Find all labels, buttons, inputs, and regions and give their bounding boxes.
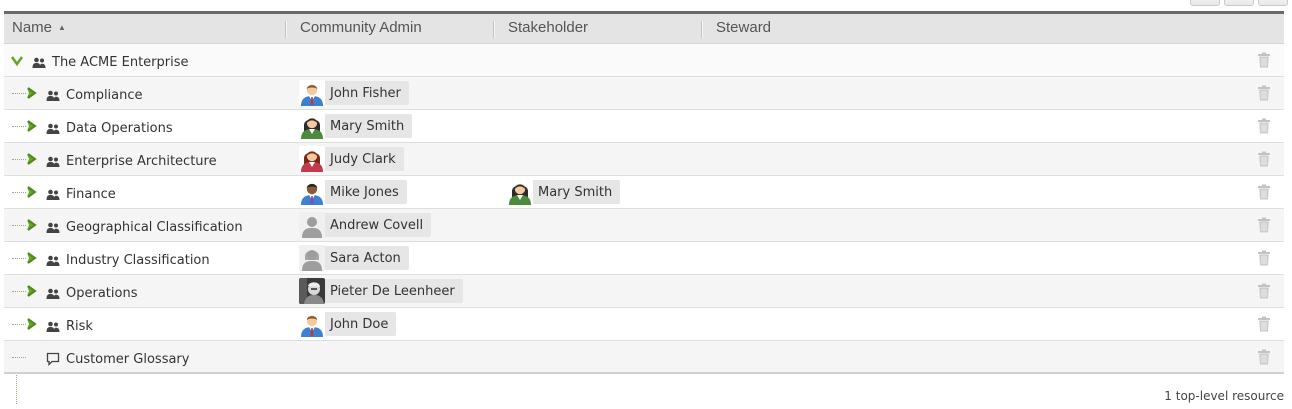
community-icon (46, 252, 60, 266)
expand-arrow-icon[interactable] (24, 152, 38, 166)
community-icon (46, 318, 60, 332)
avatar (299, 113, 325, 139)
toolbar-button-1[interactable] (1190, 0, 1220, 6)
grid-body: The ACME Enterprise Compliance John Fisher… (4, 44, 1284, 404)
delete-trash-icon[interactable] (1257, 217, 1271, 233)
delete-trash-icon[interactable] (1257, 52, 1271, 68)
user-chip[interactable]: Mike Jones (299, 179, 407, 205)
community-icon (32, 54, 46, 68)
expand-arrow-icon[interactable] (24, 86, 38, 100)
delete-trash-icon[interactable] (1257, 316, 1271, 332)
user-chip[interactable]: Mary Smith (299, 113, 413, 139)
avatar (299, 245, 325, 271)
column-separator[interactable] (285, 21, 287, 38)
tree-row[interactable]: Data Operations Mary Smith (4, 110, 1284, 143)
user-name: Mary Smith (330, 118, 405, 134)
tree-row[interactable]: Risk John Doe (4, 308, 1284, 341)
community-icon (46, 87, 60, 101)
avatar (507, 179, 533, 205)
resource-name-link[interactable]: Risk (66, 308, 93, 341)
tree-row[interactable]: Operations Pieter De Leenheer (4, 275, 1284, 308)
avatar (299, 179, 325, 205)
toolbar-button-3[interactable] (1258, 0, 1288, 6)
tree-row[interactable]: Industry Classification Sara Acton (4, 242, 1284, 275)
user-name: John Fisher (330, 85, 401, 101)
avatar (299, 212, 325, 238)
resource-tree-grid: Name ▲ Community Admin Stakeholder Stewar… (4, 11, 1284, 404)
avatar (299, 146, 325, 172)
tree-row[interactable]: Finance Mike Jones Mary Smith (4, 176, 1284, 209)
avatar (299, 278, 325, 304)
collapse-arrow-icon[interactable] (10, 53, 24, 67)
column-header-steward[interactable]: Steward (716, 14, 771, 44)
user-chip[interactable]: Mary Smith (507, 179, 621, 205)
user-name: John Doe (330, 316, 389, 332)
delete-trash-icon[interactable] (1257, 250, 1271, 266)
delete-trash-icon[interactable] (1257, 85, 1271, 101)
tree-row[interactable]: Compliance John Fisher (4, 77, 1284, 110)
resource-name-link[interactable]: Compliance (66, 77, 143, 110)
delete-trash-icon[interactable] (1257, 184, 1271, 200)
expand-arrow-icon[interactable] (24, 119, 38, 133)
user-name: Judy Clark (330, 151, 396, 167)
expand-arrow-icon[interactable] (24, 251, 38, 265)
avatar (299, 80, 325, 106)
delete-trash-icon[interactable] (1257, 151, 1271, 167)
user-chip[interactable]: Andrew Covell (299, 212, 432, 238)
toolbar-buttons (1190, 0, 1288, 6)
resource-name-link[interactable]: Geographical Classification (66, 209, 243, 242)
column-separator[interactable] (701, 21, 703, 38)
user-chip[interactable]: John Fisher (299, 80, 409, 106)
expand-arrow-icon[interactable] (24, 185, 38, 199)
tree-row[interactable]: Customer Glossary (4, 341, 1284, 374)
expand-arrow-icon[interactable] (24, 317, 38, 331)
user-name: Mary Smith (538, 184, 613, 200)
column-header-stakeholder[interactable]: Stakeholder (508, 14, 588, 44)
delete-trash-icon[interactable] (1257, 118, 1271, 134)
tree-row[interactable]: Geographical Classification Andrew Covell (4, 209, 1284, 242)
community-icon (46, 285, 60, 299)
user-chip[interactable]: Sara Acton (299, 245, 409, 271)
sort-ascending-icon: ▲ (58, 23, 66, 32)
expand-arrow-icon[interactable] (24, 218, 38, 232)
expand-arrow-icon[interactable] (24, 284, 38, 298)
user-chip[interactable]: John Doe (299, 311, 397, 337)
user-name: Mike Jones (330, 184, 399, 200)
resource-name-link[interactable]: The ACME Enterprise (52, 44, 189, 77)
user-chip[interactable]: Judy Clark (299, 146, 404, 172)
toolbar-button-2[interactable] (1224, 0, 1254, 6)
column-separator[interactable] (493, 21, 495, 38)
tree-row[interactable]: The ACME Enterprise (4, 44, 1284, 77)
column-header-name[interactable]: Name ▲ (12, 14, 66, 44)
column-header-name-label: Name (12, 19, 53, 36)
resource-name-link[interactable]: Enterprise Architecture (66, 143, 217, 176)
community-icon (46, 153, 60, 167)
column-header-community-admin[interactable]: Community Admin (300, 14, 422, 44)
delete-trash-icon[interactable] (1257, 283, 1271, 299)
community-icon (46, 186, 60, 200)
community-icon (46, 120, 60, 134)
grid-header: Name ▲ Community Admin Stakeholder Stewar… (4, 11, 1284, 44)
user-chip[interactable]: Pieter De Leenheer (299, 278, 463, 304)
resource-name-link[interactable]: Operations (66, 275, 137, 308)
resource-name-link[interactable]: Industry Classification (66, 242, 210, 275)
glossary-icon (46, 351, 60, 367)
resource-count-summary: 1 top-level resource (1164, 389, 1284, 403)
user-name: Andrew Covell (330, 217, 424, 233)
delete-trash-icon[interactable] (1257, 349, 1271, 365)
avatar (299, 311, 325, 337)
resource-name-link[interactable]: Data Operations (66, 110, 173, 143)
user-name: Pieter De Leenheer (330, 283, 455, 299)
community-icon (46, 219, 60, 233)
user-name: Sara Acton (330, 250, 401, 266)
resource-name-link[interactable]: Finance (66, 176, 116, 209)
tree-row[interactable]: Enterprise Architecture Judy Clark (4, 143, 1284, 176)
resource-name-link[interactable]: Customer Glossary (66, 341, 189, 374)
tree-connector (12, 357, 26, 358)
